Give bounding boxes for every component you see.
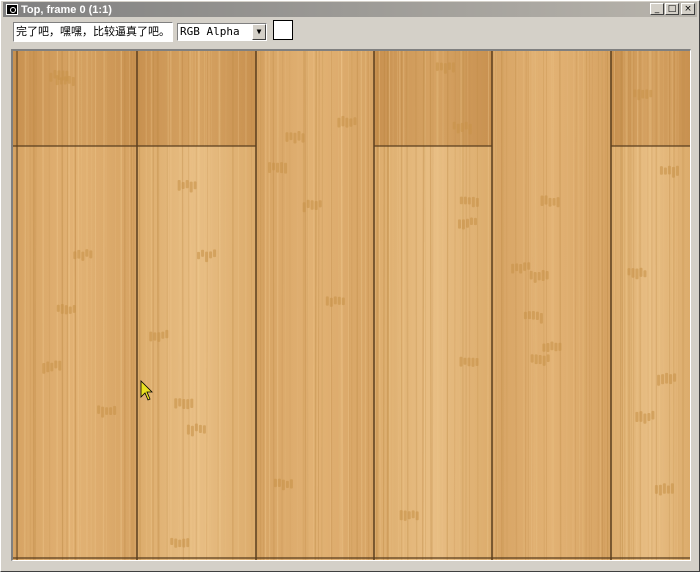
caption-buttons: _ □ ×	[649, 3, 695, 15]
channel-dropdown-value: RGB Alpha	[180, 25, 240, 38]
minimize-button[interactable]: _	[650, 3, 664, 15]
camera-icon[interactable]	[6, 4, 18, 15]
window-title: Top, frame 0 (1:1)	[21, 3, 112, 16]
color-swatch[interactable]	[273, 20, 293, 40]
maximize-button[interactable]: □	[665, 3, 679, 15]
render-viewport[interactable]	[11, 49, 691, 561]
channel-dropdown[interactable]: RGB Alpha ▼	[177, 23, 267, 41]
bamboo-floor-image	[13, 51, 690, 560]
render-window: Top, frame 0 (1:1) _ □ × 完了吧，嘿嘿，比较逼真了吧。 …	[0, 0, 700, 572]
chevron-down-icon[interactable]: ▼	[252, 24, 266, 40]
title-bar[interactable]: Top, frame 0 (1:1) _ □ ×	[3, 2, 697, 17]
close-button[interactable]: ×	[681, 3, 695, 15]
status-text-field: 完了吧，嘿嘿，比较逼真了吧。	[13, 22, 173, 42]
toolbar: 完了吧，嘿嘿，比较逼真了吧。 RGB Alpha ▼	[3, 19, 697, 45]
